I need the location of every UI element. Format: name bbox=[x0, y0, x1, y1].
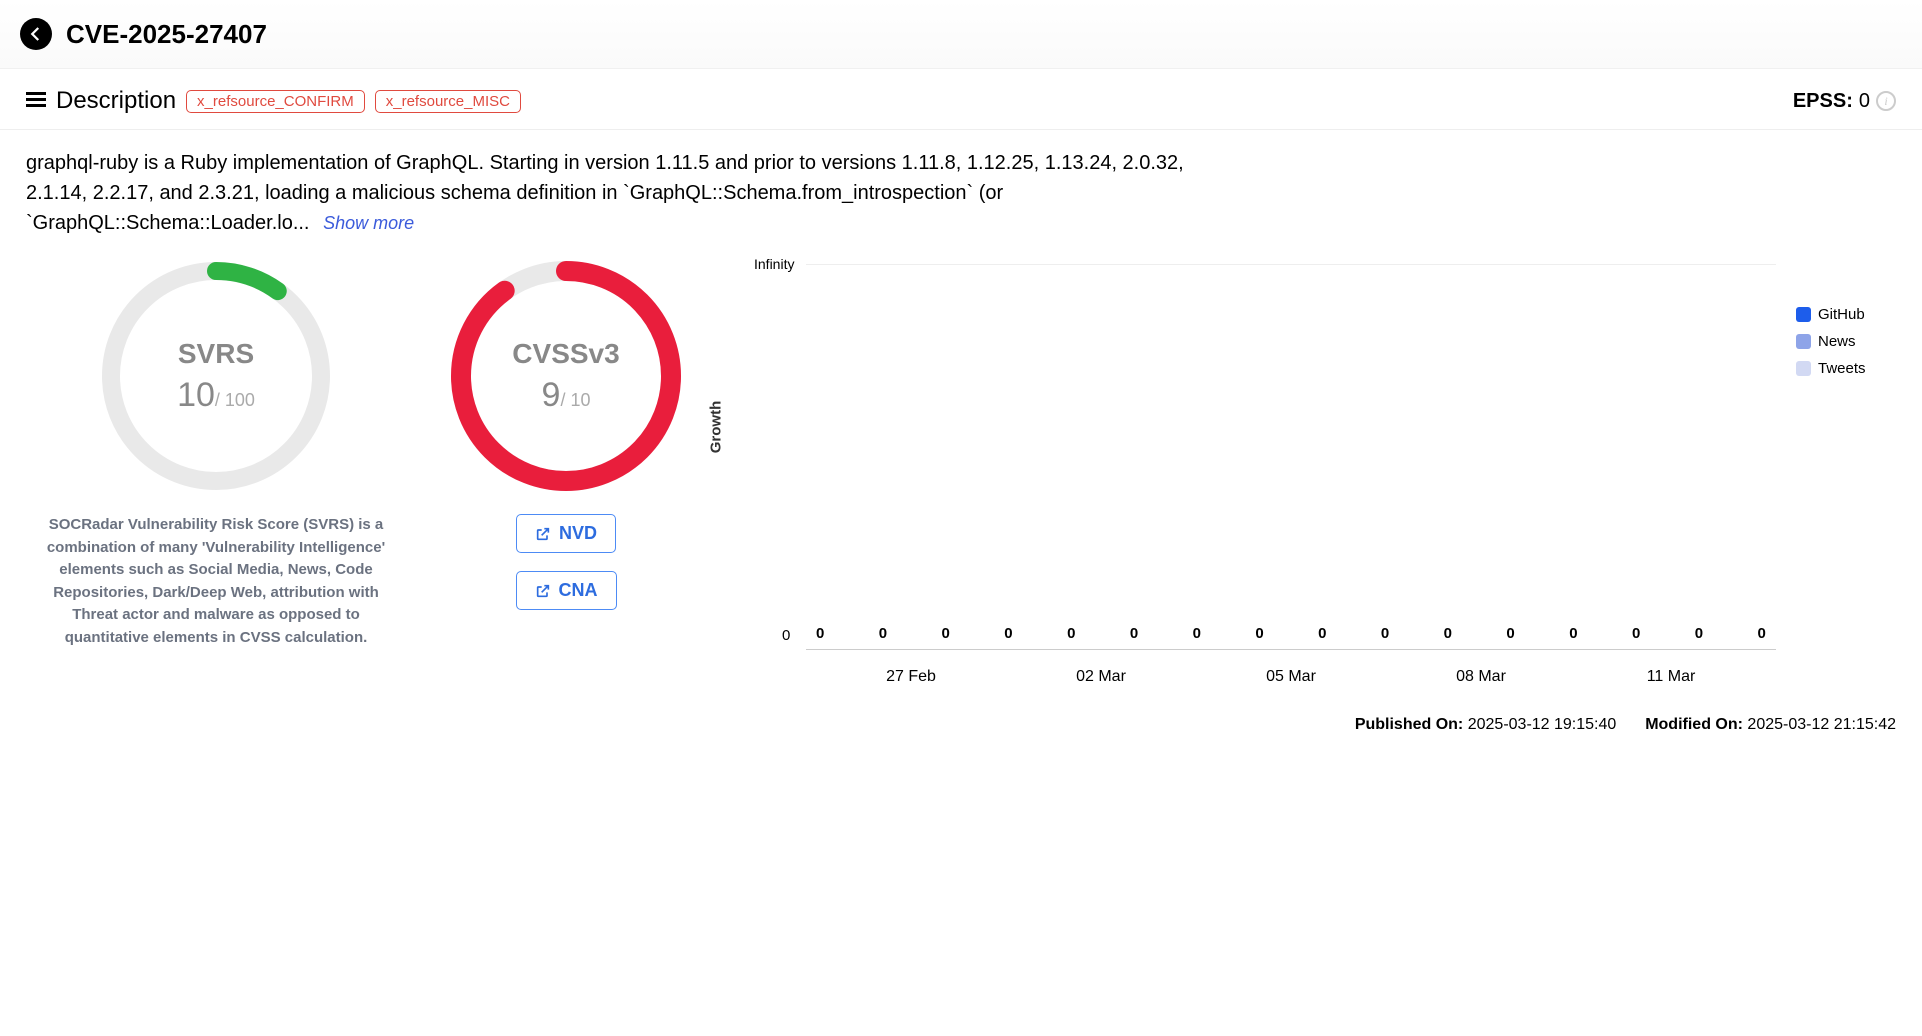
legend-label: Tweets bbox=[1818, 360, 1866, 377]
info-icon[interactable]: i bbox=[1876, 91, 1896, 111]
chart-ylabel: Growth bbox=[708, 401, 725, 454]
chart-point-labels: 0 0 0 0 0 0 0 0 0 0 0 0 0 0 0 0 bbox=[816, 625, 1766, 642]
legend-item[interactable]: News bbox=[1796, 333, 1896, 350]
nvd-link-label: NVD bbox=[559, 523, 597, 544]
chart-point-label: 0 bbox=[942, 625, 950, 642]
tag-refsource-misc[interactable]: x_refsource_MISC bbox=[375, 90, 521, 113]
chart-x-label: 08 Mar bbox=[1386, 668, 1576, 686]
chart-x-label: 11 Mar bbox=[1576, 668, 1766, 686]
chart-point-label: 0 bbox=[1569, 625, 1577, 642]
modified-value: 2025-03-12 21:15:42 bbox=[1747, 716, 1896, 733]
chart-point-label: 0 bbox=[879, 625, 887, 642]
chart-point-label: 0 bbox=[1193, 625, 1201, 642]
published-value: 2025-03-12 19:15:40 bbox=[1468, 716, 1617, 733]
epss-label: EPSS: bbox=[1793, 90, 1853, 113]
svrs-panel: SVRS 10/ 100 SOCRadar Vulnerability Risk… bbox=[26, 256, 406, 649]
cvss-max: / 10 bbox=[560, 390, 590, 410]
chart-point-label: 0 bbox=[1757, 625, 1765, 642]
cvss-panel: CVSSv3 9/ 10 NVD CNA bbox=[436, 256, 696, 610]
published-label: Published On: bbox=[1355, 716, 1463, 733]
modified-label: Modified On: bbox=[1645, 716, 1743, 733]
chart-y-min: 0 bbox=[782, 627, 790, 644]
chart-x-label: 05 Mar bbox=[1196, 668, 1386, 686]
chart-point-label: 0 bbox=[1695, 625, 1703, 642]
chart-point-label: 0 bbox=[1004, 625, 1012, 642]
chart-point-label: 0 bbox=[1067, 625, 1075, 642]
description-heading: Description bbox=[56, 87, 176, 115]
external-link-icon bbox=[535, 583, 551, 599]
chart-x-label: 02 Mar bbox=[1006, 668, 1196, 686]
nvd-link[interactable]: NVD bbox=[516, 514, 616, 553]
chart-x-axis bbox=[806, 649, 1776, 650]
legend-label: GitHub bbox=[1818, 306, 1865, 323]
description-text: graphql-ruby is a Ruby implementation of… bbox=[0, 130, 1240, 256]
chart-point-label: 0 bbox=[1381, 625, 1389, 642]
chart-point-label: 0 bbox=[816, 625, 824, 642]
cna-link[interactable]: CNA bbox=[516, 571, 617, 610]
list-icon bbox=[26, 92, 46, 110]
cvss-label: CVSSv3 bbox=[512, 338, 619, 370]
legend-label: News bbox=[1818, 333, 1856, 350]
dates-footer: Published On: 2025-03-12 19:15:40 Modifi… bbox=[0, 686, 1922, 744]
legend-item[interactable]: Tweets bbox=[1796, 360, 1896, 377]
svrs-max: / 100 bbox=[215, 390, 255, 410]
back-button[interactable] bbox=[20, 18, 52, 50]
chart-x-labels: 27 Feb02 Mar05 Mar08 Mar11 Mar bbox=[816, 668, 1766, 686]
cvss-score: 9 bbox=[542, 376, 561, 414]
show-more-link[interactable]: Show more bbox=[323, 213, 414, 233]
chart-point-label: 0 bbox=[1632, 625, 1640, 642]
tag-refsource-confirm[interactable]: x_refsource_CONFIRM bbox=[186, 90, 365, 113]
epss-score: EPSS: 0 i bbox=[1793, 90, 1896, 113]
chart-point-label: 0 bbox=[1130, 625, 1138, 642]
svrs-gauge: SVRS 10/ 100 bbox=[96, 256, 336, 496]
legend-swatch bbox=[1796, 334, 1811, 349]
svrs-label: SVRS bbox=[178, 338, 254, 370]
chart-point-label: 0 bbox=[1506, 625, 1514, 642]
cvss-gauge: CVSSv3 9/ 10 bbox=[446, 256, 686, 496]
chart-gridline bbox=[806, 264, 1776, 265]
growth-chart: Growth Infinity 0 0000000000000000 27 Fe… bbox=[726, 256, 1896, 686]
chart-x-label: 27 Feb bbox=[816, 668, 1006, 686]
legend-item[interactable]: GitHub bbox=[1796, 306, 1896, 323]
svrs-description: SOCRadar Vulnerability Risk Score (SVRS)… bbox=[36, 514, 396, 649]
legend-swatch bbox=[1796, 361, 1811, 376]
chart-legend: GitHub News Tweets bbox=[1796, 306, 1896, 686]
chart-point-label: 0 bbox=[1255, 625, 1263, 642]
chart-point-label: 0 bbox=[1444, 625, 1452, 642]
page-title: CVE-2025-27407 bbox=[66, 19, 267, 50]
cna-link-label: CNA bbox=[559, 580, 598, 601]
legend-swatch bbox=[1796, 307, 1811, 322]
chart-y-max: Infinity bbox=[754, 256, 794, 272]
arrow-left-icon bbox=[27, 25, 45, 43]
chart-point-label: 0 bbox=[1318, 625, 1326, 642]
external-link-icon bbox=[535, 526, 551, 542]
description-body: graphql-ruby is a Ruby implementation of… bbox=[26, 152, 1184, 234]
svrs-score: 10 bbox=[177, 376, 215, 414]
epss-value: 0 bbox=[1859, 90, 1870, 113]
